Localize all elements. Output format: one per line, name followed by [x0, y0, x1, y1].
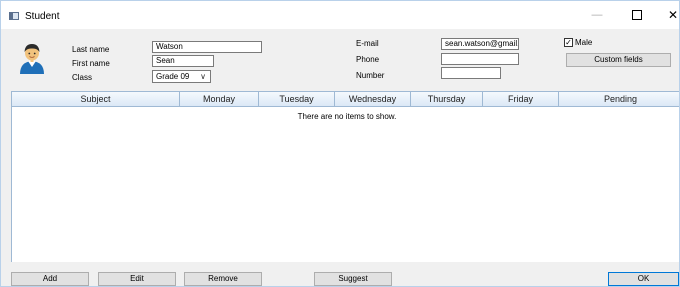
last-name-label: Last name: [72, 45, 110, 54]
class-select-value: Grade 09: [156, 72, 190, 81]
remove-button[interactable]: Remove: [184, 272, 262, 286]
first-name-field[interactable]: Sean: [152, 55, 214, 67]
column-header-friday[interactable]: Friday: [483, 92, 559, 106]
custom-fields-button[interactable]: Custom fields: [566, 53, 671, 67]
class-label: Class: [72, 73, 93, 82]
column-header-tuesday[interactable]: Tuesday: [259, 92, 335, 106]
number-label: Number: [356, 71, 385, 80]
ok-button[interactable]: OK: [608, 272, 679, 286]
student-window: Student — ✕ Last name Watson First name …: [0, 0, 680, 287]
phone-label: Phone: [356, 55, 380, 64]
grid-header: Subject Monday Tuesday Wednesday Thursda…: [12, 92, 679, 107]
number-field[interactable]: [441, 67, 501, 79]
chevron-down-icon: ∨: [200, 72, 206, 81]
email-label: E-mail: [356, 39, 379, 48]
edit-button[interactable]: Edit: [98, 272, 176, 286]
first-name-label: First name: [72, 59, 110, 68]
last-name-field[interactable]: Watson: [152, 41, 262, 53]
student-avatar-icon: [20, 44, 44, 74]
empty-grid-message: There are no items to show.: [297, 112, 397, 121]
column-header-wednesday[interactable]: Wednesday: [335, 92, 411, 106]
window-title: Student: [25, 11, 60, 22]
maximize-icon: [632, 10, 642, 21]
schedule-grid[interactable]: Subject Monday Tuesday Wednesday Thursda…: [11, 91, 679, 262]
app-icon: [9, 12, 19, 20]
column-header-pending[interactable]: Pending: [559, 92, 679, 106]
title-bar[interactable]: Student — ✕: [1, 1, 679, 29]
column-header-subject[interactable]: Subject: [12, 92, 180, 106]
close-button[interactable]: ✕: [655, 1, 679, 29]
column-header-monday[interactable]: Monday: [180, 92, 259, 106]
minimize-button[interactable]: —: [579, 1, 615, 29]
add-button[interactable]: Add: [11, 272, 89, 286]
email-field[interactable]: sean.watson@gmail.c: [441, 38, 519, 50]
suggest-button[interactable]: Suggest: [314, 272, 392, 286]
column-header-thursday[interactable]: Thursday: [411, 92, 483, 106]
maximize-button[interactable]: [619, 1, 655, 29]
class-select[interactable]: Grade 09 ∨: [152, 70, 211, 83]
male-checkbox[interactable]: ✓: [564, 38, 573, 47]
male-label: Male: [575, 38, 593, 47]
phone-field[interactable]: [441, 53, 519, 65]
